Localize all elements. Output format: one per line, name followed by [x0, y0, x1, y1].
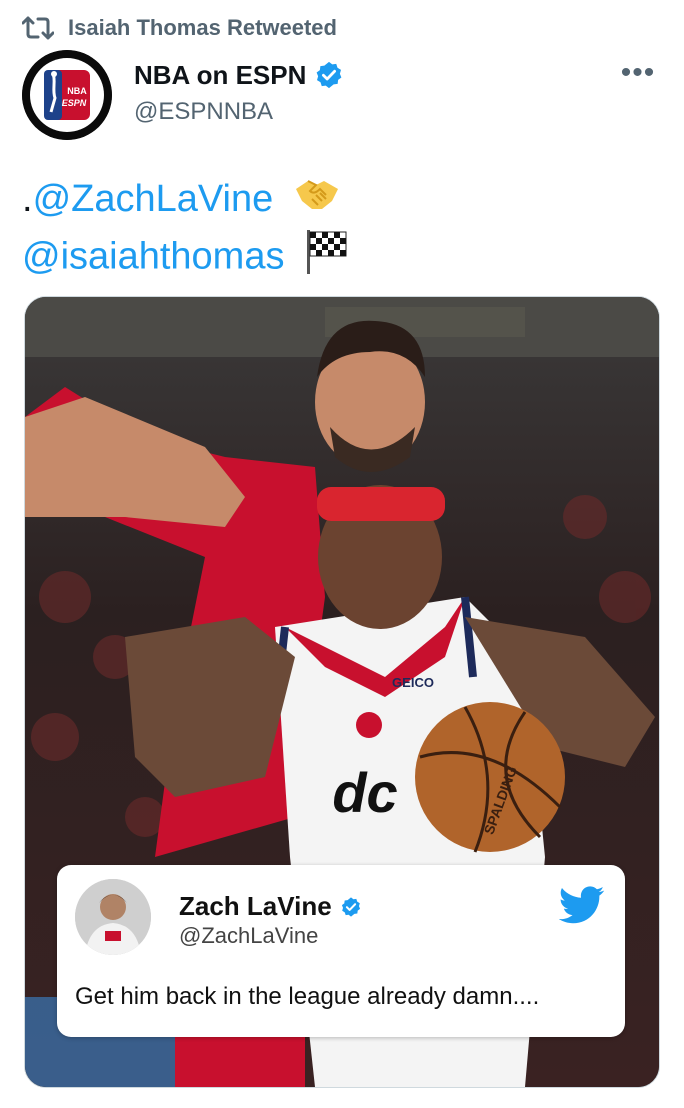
tweet-text: .@ZachLaVine @isaiahthomas	[22, 172, 349, 289]
author-info[interactable]: NBA on ESPN @ESPNNBA	[134, 58, 344, 126]
avatar-espn-text: ESPN	[62, 98, 87, 108]
author-handle[interactable]: @ESPNNBA	[134, 98, 344, 126]
tweet-media-image[interactable]: GEICO dc SPALDING Zach LaVine @ZachLaVin…	[24, 296, 660, 1088]
retweet-icon	[22, 16, 54, 40]
quoted-tweet-card: Zach LaVine @ZachLaVine Get him back in …	[57, 865, 625, 1037]
more-options-icon[interactable]: •••	[620, 56, 656, 89]
author-avatar[interactable]: NBA ESPN	[22, 50, 112, 140]
twitter-bird-icon	[559, 886, 605, 924]
retweeter-label: Isaiah Thomas Retweeted	[68, 15, 337, 40]
jersey-sponsor: GEICO	[392, 675, 434, 690]
quoted-name: Zach LaVine	[179, 891, 332, 921]
mention-isaiahthomas[interactable]: @isaiahthomas	[22, 236, 284, 278]
chequered-flag-icon	[305, 228, 349, 289]
verified-badge-icon	[317, 61, 342, 89]
quoted-handle: @ZachLaVine	[179, 923, 319, 948]
quoted-text: Get him back in the league already damn.…	[75, 983, 540, 1010]
author-name[interactable]: NBA on ESPN	[134, 60, 306, 91]
avatar-nba-text: NBA	[67, 86, 87, 96]
jersey-logo: dc	[332, 761, 397, 824]
quoted-verified-icon	[341, 896, 360, 917]
quoted-avatar	[75, 879, 151, 955]
text-prefix: .	[22, 178, 33, 220]
mention-zachlavine[interactable]: @ZachLaVine	[33, 178, 274, 220]
handshake-emoji-icon	[294, 174, 340, 228]
retweet-indicator[interactable]: Isaiah Thomas Retweeted	[22, 12, 337, 44]
